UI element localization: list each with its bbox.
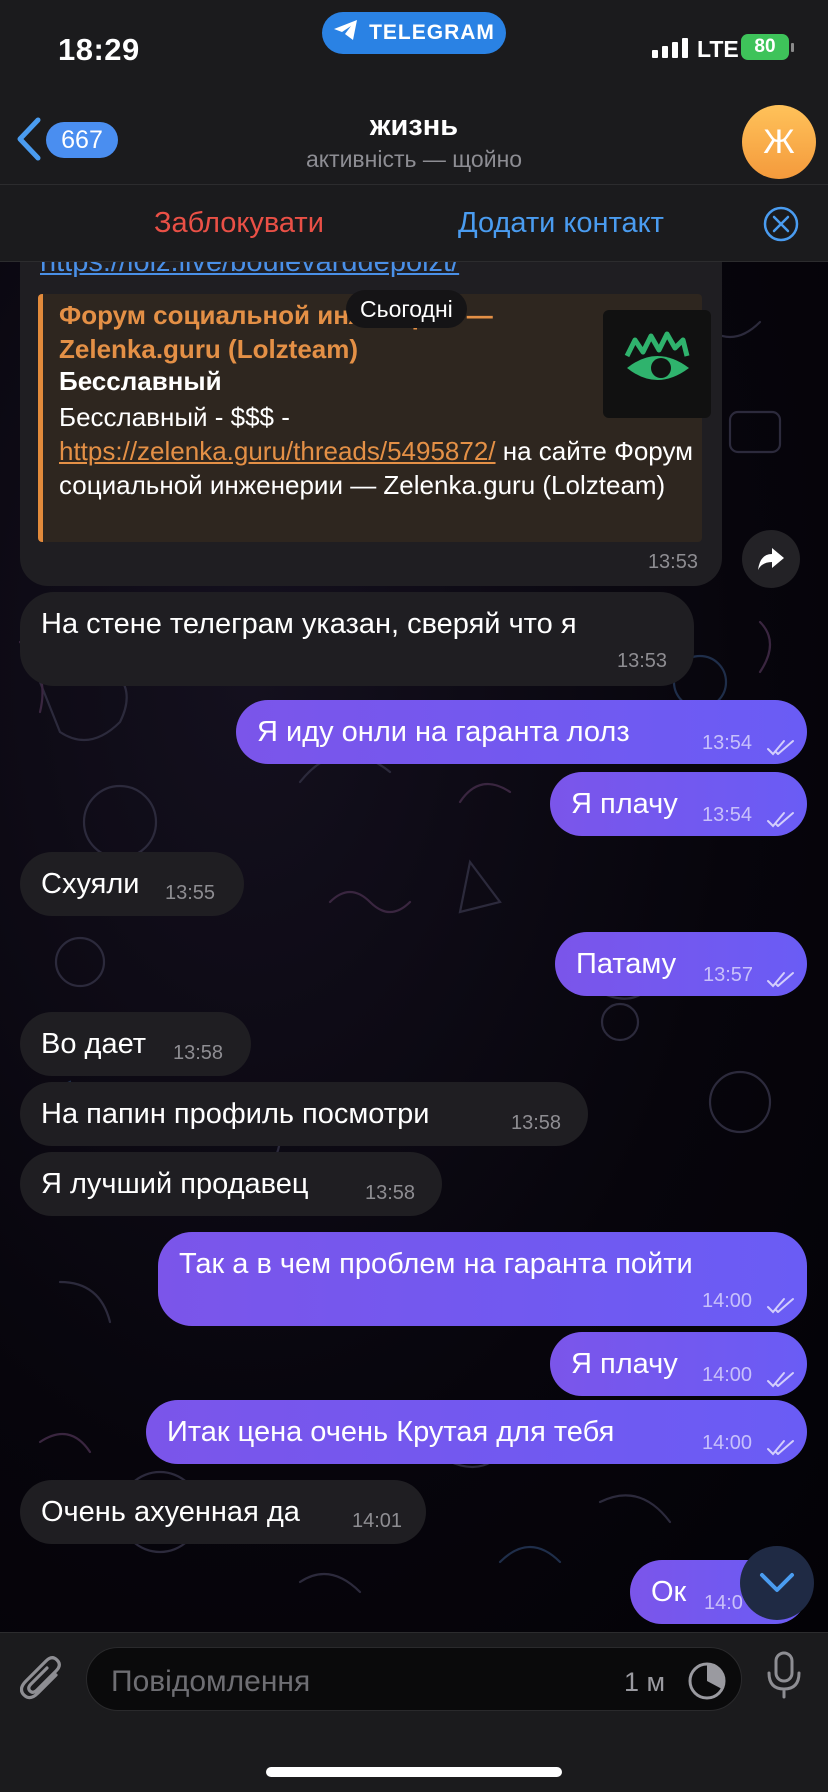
message-time: 13:54: [702, 804, 753, 826]
chat-header: 667 жизнь активність — щойно Ж: [0, 100, 828, 184]
avatar-letter: Ж: [763, 122, 795, 161]
preview-description: Бесславный - $$$ - https://zelenka.guru/…: [59, 400, 699, 502]
signal-icon: [652, 38, 688, 58]
message-text: Очень ахуенная да: [41, 1496, 300, 1528]
network-type: LTE: [697, 36, 739, 62]
message-bubble[interactable]: На стене телеграм указан, сверяй что я 1…: [20, 592, 694, 686]
message-text: Итак цена очень Крутая для тебя: [167, 1416, 615, 1448]
message-bubble[interactable]: Во дает 13:58: [20, 1012, 251, 1076]
avatar[interactable]: Ж: [742, 105, 816, 179]
message-bubble[interactable]: Очень ахуенная да 14:01: [20, 1480, 426, 1544]
message-text: Я плачу: [571, 1348, 678, 1380]
message-text: Я лучший продавец: [41, 1168, 309, 1200]
link-preview-card[interactable]: Форум социальной инженерии — Zelenka.gur…: [38, 294, 711, 542]
battery-indicator: 80: [741, 34, 794, 60]
message-bubble[interactable]: Я плачу 14:00: [550, 1332, 807, 1396]
message-input[interactable]: Повідомлення 1 м: [86, 1647, 742, 1711]
message-time: 14:0: [704, 1592, 743, 1614]
message-text: Так а в чем проблем на гаранта пойти: [179, 1248, 693, 1280]
message-text: Я плачу: [571, 788, 678, 820]
telegram-pill-label: TELEGRAM: [369, 21, 495, 44]
double-check-icon: [766, 1290, 796, 1323]
message-bubble[interactable]: Я лучший продавец 13:58: [20, 1152, 442, 1216]
preview-site-name: Форум социальной инженерии — Zelenka.gur…: [59, 300, 493, 364]
microphone-icon[interactable]: [766, 1651, 802, 1704]
message-link[interactable]: https://lolz.live/boulevarddepolzt/: [40, 262, 459, 279]
paperclip-icon[interactable]: [19, 1655, 66, 1710]
forward-icon[interactable]: [742, 530, 800, 588]
message-time: 13:58: [511, 1112, 562, 1134]
double-check-icon: [766, 804, 796, 837]
telegram-plane-icon: [333, 19, 359, 47]
message-text: Схуяли: [41, 868, 140, 900]
chat-title[interactable]: жизнь: [0, 110, 828, 143]
message-text: На папин профиль посмотри: [41, 1098, 430, 1130]
message-text: Я иду онли на гаранта лолз: [257, 716, 630, 748]
double-check-icon: [766, 1364, 796, 1397]
date-separator: Сьогодні: [346, 290, 467, 328]
timer-icon[interactable]: [687, 1661, 727, 1706]
preview-desc-prefix: Бесславный - $$$ -: [59, 402, 290, 432]
status-time: 18:29: [58, 32, 140, 67]
battery-level: 80: [754, 36, 776, 57]
message-placeholder: Повідомлення: [111, 1665, 311, 1698]
message-time: 14:01: [352, 1510, 403, 1532]
message-time: 13:58: [173, 1042, 224, 1064]
message-bubble[interactable]: Я плачу 13:54: [550, 772, 807, 836]
message-time: 13:58: [365, 1182, 416, 1204]
double-check-icon: [766, 964, 796, 997]
double-check-icon: [766, 1432, 796, 1465]
message-time: 13:57: [703, 964, 754, 986]
message-text: Во дает: [41, 1028, 147, 1060]
close-circle-icon[interactable]: [762, 205, 800, 248]
message-bubble[interactable]: Патаму 13:57: [555, 932, 807, 996]
preview-desc-link[interactable]: https://zelenka.guru/threads/5495872/: [59, 436, 496, 466]
home-indicator: [266, 1767, 562, 1777]
add-contact-button[interactable]: Додати контакт: [458, 207, 664, 240]
message-time: 13:53: [647, 551, 698, 573]
double-check-icon: [766, 732, 796, 765]
message-time: 13:54: [702, 732, 753, 754]
message-bubble[interactable]: Я иду онли на гаранта лолз 13:54: [236, 700, 807, 764]
telegram-pill[interactable]: TELEGRAM: [322, 12, 506, 54]
message-time: 14:00: [702, 1290, 753, 1312]
autodelete-timer-label: 1 м: [624, 1667, 666, 1697]
scroll-down-icon[interactable]: [740, 1546, 814, 1620]
message-bubble[interactable]: Схуяли 13:55: [20, 852, 244, 916]
message-bubble[interactable]: Так а в чем проблем на гаранта пойти 14:…: [158, 1232, 807, 1326]
message-time: 13:53: [617, 650, 668, 672]
preview-title: Бесславный: [59, 366, 222, 396]
message-text: Ок: [651, 1576, 687, 1608]
message-bubble[interactable]: Итак цена очень Крутая для тебя 14:00: [146, 1400, 807, 1464]
message-text: Патаму: [576, 948, 677, 980]
chat-status: активність — щойно: [305, 146, 523, 172]
block-button[interactable]: Заблокувати: [154, 207, 324, 240]
message-bubble[interactable]: На папин профиль посмотри 13:58: [20, 1082, 588, 1146]
message-time: 13:55: [165, 882, 216, 904]
contact-actions-bar: Заблокувати Додати контакт: [0, 184, 828, 262]
message-time: 14:00: [702, 1364, 753, 1386]
message-time: 14:00: [702, 1432, 753, 1454]
status-bar: 18:29 TELEGRAM LTE 80: [0, 0, 828, 100]
message-input-bar: Повідомлення 1 м: [0, 1632, 828, 1792]
message-text: На стене телеграм указан, сверяй что я: [41, 608, 577, 640]
